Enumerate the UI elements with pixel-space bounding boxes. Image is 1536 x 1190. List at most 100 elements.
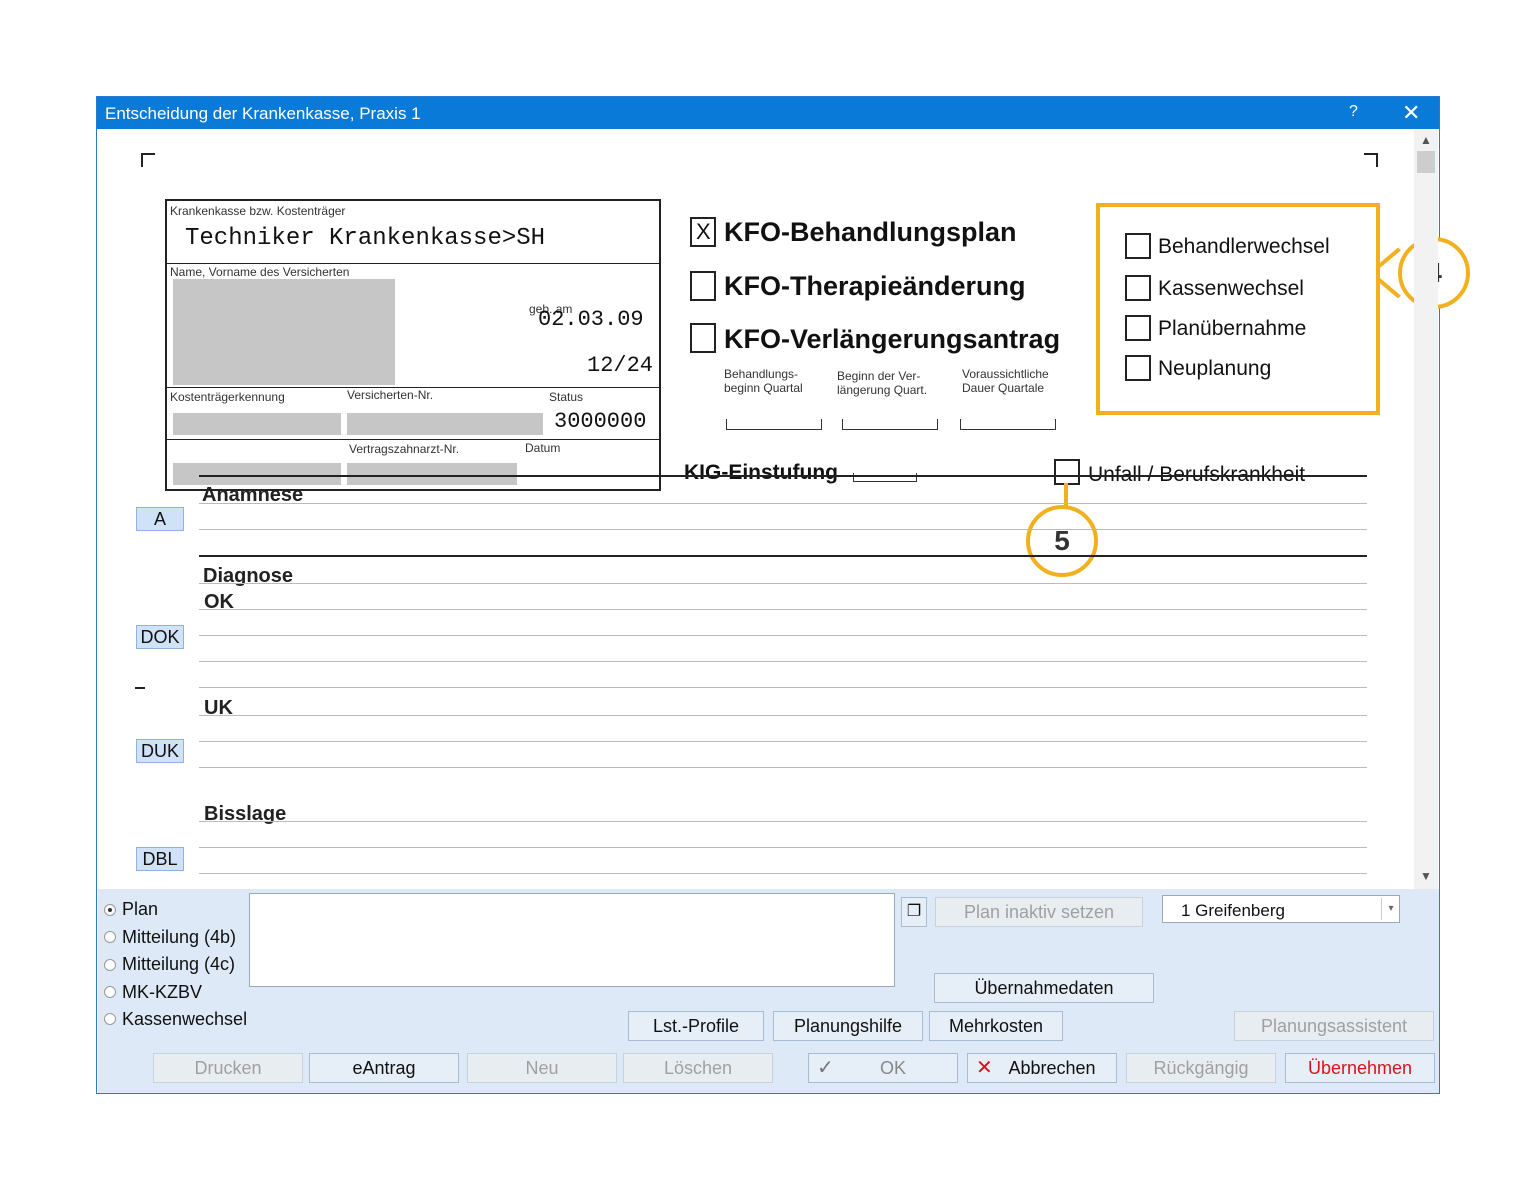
mehrkosten-button[interactable]: Mehrkosten: [929, 1011, 1063, 1041]
status-value: 3000000: [554, 409, 647, 434]
dialog-window: Entscheidung der Krankenkasse, Praxis 1 …: [96, 96, 1470, 1094]
dbl-button[interactable]: DBL: [136, 847, 184, 871]
scroll-down-icon[interactable]: ▼: [1414, 869, 1438, 883]
radio-plan-label: Plan: [122, 899, 159, 919]
kassenwechsel-label: Kassenwechsel: [1158, 277, 1304, 300]
location-select[interactable]: 1 Greifenberg ▾: [1162, 895, 1400, 923]
location-value: 1 Greifenberg: [1181, 901, 1285, 920]
text-line: [199, 583, 1367, 584]
quartal-col-1-line2: beginn Quartal: [724, 381, 803, 395]
drucken-button[interactable]: Drucken: [153, 1053, 303, 1083]
quartal-col-2-line2: längerung Quart.: [837, 383, 928, 397]
section-divider: [199, 555, 1367, 557]
kig-label: KIG-Einstufung: [684, 461, 838, 484]
quartal-col-3-label: Voraussichtliche Dauer Quartale: [962, 367, 1049, 395]
text-line: [199, 873, 1367, 874]
text-line: [199, 503, 1367, 504]
radio-mitteilung-4b-label: Mitteilung (4b): [122, 927, 237, 947]
checkmark-x: X: [696, 219, 711, 244]
scroll-up-icon[interactable]: ▲: [1414, 133, 1438, 147]
text-line: [199, 529, 1367, 530]
ok-button[interactable]: ✓ OK: [808, 1053, 958, 1083]
radio-plan[interactable]: [104, 904, 116, 916]
quartal-col-1-line1: Behandlungs-: [724, 367, 799, 381]
text-line: [199, 661, 1367, 662]
scroll-thumb[interactable]: [1417, 151, 1435, 173]
copy-icon[interactable]: ❐: [901, 897, 927, 927]
quartal-col-3-line1: Voraussichtliche: [962, 367, 1049, 381]
planuebernahme-checkbox[interactable]: [1125, 315, 1151, 341]
kfo-behandlungsplan-label: KFO-Behandlungsplan: [724, 217, 1017, 247]
neu-button[interactable]: Neu: [467, 1053, 617, 1083]
dash-mark: [135, 687, 145, 689]
quartal-col-1-label: Behandlungs- beginn Quartal: [724, 367, 803, 395]
check-icon: ✓: [817, 1057, 834, 1079]
kfo-behandlungsplan-checkbox[interactable]: X: [690, 217, 716, 247]
kassenwechsel-checkbox[interactable]: [1125, 275, 1151, 301]
card-value-1224: 12/24: [587, 353, 654, 378]
abbrechen-button[interactable]: ✕ Abbrechen: [967, 1053, 1117, 1083]
text-line: [199, 635, 1367, 636]
radio-mitteilung-4c[interactable]: [104, 959, 116, 971]
quartal-field-1[interactable]: [726, 419, 822, 430]
notes-textarea[interactable]: [249, 893, 895, 987]
diagnose-label: Diagnose: [203, 565, 294, 587]
redacted-vertrag: [347, 463, 517, 485]
kfo-therapieaenderung-checkbox[interactable]: [690, 271, 716, 301]
title-bar: Entscheidung der Krankenkasse, Praxis 1 …: [97, 97, 1439, 129]
duk-button[interactable]: DUK: [136, 739, 184, 763]
eantrag-button[interactable]: eAntrag: [309, 1053, 459, 1083]
kfo-verlaengerungsantrag-checkbox[interactable]: [690, 323, 716, 353]
planungsassistent-button[interactable]: Planungsassistent: [1234, 1011, 1434, 1041]
help-icon[interactable]: ?: [1349, 103, 1358, 121]
text-line: [199, 821, 1367, 822]
chevron-down-icon[interactable]: ▾: [1381, 898, 1400, 920]
radio-kassenwechsel-label: Kassenwechsel: [122, 1009, 248, 1029]
ok-label: OK: [204, 591, 234, 613]
vertical-scrollbar[interactable]: ▲ ▼: [1414, 129, 1438, 889]
quartal-field-3[interactable]: [960, 419, 1056, 430]
redacted-kennung: [173, 413, 341, 435]
radio-kassenwechsel[interactable]: [104, 1013, 116, 1025]
kasse-value: Techniker Krankenkasse>SH: [185, 225, 546, 252]
a-button[interactable]: A: [136, 507, 184, 531]
label-name: Name, Vorname des Versicherten: [170, 265, 350, 279]
text-line: [199, 767, 1367, 768]
radio-mitteilung-4c-label: Mitteilung (4c): [122, 954, 236, 974]
unfall-checkbox[interactable]: [1054, 459, 1080, 485]
text-line: [199, 609, 1367, 610]
kfo-therapieaenderung-label: KFO-Therapieänderung: [724, 271, 1026, 301]
uk-label: UK: [204, 697, 233, 719]
planungshilfe-button[interactable]: Planungshilfe: [773, 1011, 923, 1041]
quartal-field-2[interactable]: [842, 419, 938, 430]
neuplanung-label: Neuplanung: [1158, 357, 1272, 380]
insurance-card: Krankenkasse bzw. Kostenträger Techniker…: [165, 199, 661, 491]
lst-profile-button[interactable]: Lst.-Profile: [628, 1011, 764, 1041]
uebernehmen-button[interactable]: Übernehmen: [1285, 1053, 1435, 1083]
label-kennung: Kostenträgerkennung: [170, 390, 285, 404]
kfo-verlaengerungsantrag-label: KFO-Verlängerungsantrag: [724, 324, 1061, 354]
redacted-kennung-2: [173, 463, 341, 485]
planuebernahme-label: Planübernahme: [1158, 317, 1307, 340]
text-line: [199, 847, 1367, 848]
rueckgaengig-button[interactable]: Rückgängig: [1126, 1053, 1276, 1083]
neuplanung-checkbox[interactable]: [1125, 355, 1151, 381]
plan-inaktiv-button[interactable]: Plan inaktiv setzen: [935, 897, 1143, 927]
loeschen-button[interactable]: Löschen: [623, 1053, 773, 1083]
text-line: [199, 715, 1367, 716]
callout-connector-4a: [1376, 247, 1401, 269]
ok-button-label: OK: [879, 1058, 906, 1078]
radio-mk-kzbv[interactable]: [104, 986, 116, 998]
card-divider: [167, 439, 659, 440]
section-divider: [199, 475, 1367, 477]
radio-mitteilung-4b[interactable]: [104, 931, 116, 943]
text-line: [199, 687, 1367, 688]
redacted-name: [173, 279, 395, 385]
close-icon[interactable]: ✕: [1402, 100, 1420, 126]
behandlerwechsel-checkbox[interactable]: [1125, 233, 1151, 259]
uebernahmedaten-button[interactable]: Übernahmedaten: [934, 973, 1154, 1003]
dok-button[interactable]: DOK: [136, 625, 184, 649]
x-icon: ✕: [976, 1057, 993, 1079]
callout-bubble-5: 5: [1026, 505, 1098, 577]
callout-connector-4b: [1376, 277, 1401, 299]
